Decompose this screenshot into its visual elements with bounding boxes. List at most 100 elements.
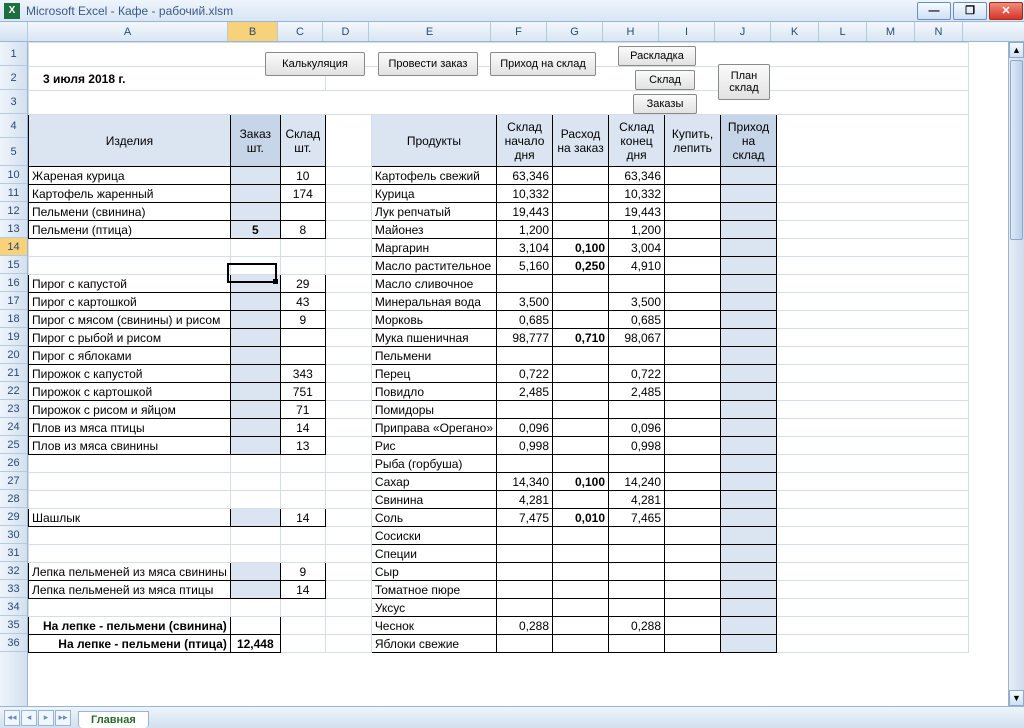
cell[interactable] [325, 401, 371, 419]
cell[interactable] [553, 203, 609, 221]
cell[interactable] [280, 347, 325, 365]
cell[interactable] [665, 473, 721, 491]
cell[interactable] [721, 581, 777, 599]
cell[interactable] [665, 581, 721, 599]
cell[interactable] [777, 257, 969, 275]
cell[interactable]: Заказ шт. [230, 115, 280, 167]
cell[interactable]: 63,346 [497, 167, 553, 185]
cell[interactable]: Минеральная вода [371, 293, 496, 311]
cell[interactable]: Пельмени (птица) [29, 221, 231, 239]
col-header[interactable]: G [547, 22, 603, 41]
cell[interactable]: Пирог с картошкой [29, 293, 231, 311]
cell[interactable]: Склад шт. [280, 115, 325, 167]
cell[interactable]: Приход на склад [721, 115, 777, 167]
cell[interactable]: Рис [371, 437, 496, 455]
cell[interactable] [325, 455, 371, 473]
cell[interactable] [497, 563, 553, 581]
cell[interactable] [721, 419, 777, 437]
cell[interactable] [665, 383, 721, 401]
cell[interactable]: 63,346 [609, 167, 665, 185]
cell[interactable] [721, 239, 777, 257]
cell[interactable] [325, 635, 371, 653]
cell[interactable] [777, 491, 969, 509]
cell[interactable] [553, 365, 609, 383]
cell[interactable] [280, 527, 325, 545]
cell[interactable]: 0,685 [609, 311, 665, 329]
row-header[interactable]: 33 [0, 580, 27, 598]
cell[interactable] [665, 293, 721, 311]
row-header[interactable]: 27 [0, 472, 27, 490]
cell[interactable] [325, 365, 371, 383]
maximize-button[interactable]: ❐ [953, 2, 987, 20]
cell[interactable] [721, 617, 777, 635]
cell[interactable] [777, 293, 969, 311]
cell[interactable] [280, 491, 325, 509]
cell[interactable] [497, 401, 553, 419]
cell[interactable] [325, 185, 371, 203]
cell[interactable] [665, 203, 721, 221]
cell[interactable] [609, 599, 665, 617]
cell[interactable]: 174 [280, 185, 325, 203]
cell[interactable]: 98,777 [497, 329, 553, 347]
col-header[interactable]: J [715, 22, 771, 41]
cell[interactable] [553, 563, 609, 581]
cell[interactable]: Картофель свежий [371, 167, 496, 185]
cell[interactable] [721, 257, 777, 275]
row-header[interactable]: 23 [0, 400, 27, 418]
cell[interactable]: 0,722 [609, 365, 665, 383]
cell[interactable] [777, 473, 969, 491]
cell[interactable]: Приправа «Орегано» [371, 419, 496, 437]
cell[interactable] [721, 437, 777, 455]
cell[interactable] [230, 347, 280, 365]
cell[interactable] [721, 329, 777, 347]
cell[interactable] [230, 491, 280, 509]
cell[interactable] [553, 293, 609, 311]
cell[interactable]: Склад конец дня [609, 115, 665, 167]
cell[interactable] [665, 527, 721, 545]
minimize-button[interactable]: — [917, 2, 951, 20]
cell[interactable]: Купить, лепить [665, 115, 721, 167]
cell[interactable] [721, 275, 777, 293]
cell[interactable] [553, 401, 609, 419]
cell[interactable] [325, 239, 371, 257]
cell[interactable] [325, 167, 371, 185]
cell[interactable]: Свинина [371, 491, 496, 509]
cell[interactable] [230, 293, 280, 311]
tab-last-icon[interactable]: ▸▸ [55, 710, 71, 726]
row-header[interactable]: 26 [0, 454, 27, 472]
cell[interactable]: На лепке - пельмени (птица) [29, 635, 231, 653]
row-header[interactable]: 28 [0, 490, 27, 508]
cell[interactable]: 0,100 [553, 239, 609, 257]
cell[interactable] [721, 599, 777, 617]
cell[interactable] [553, 581, 609, 599]
cell[interactable] [777, 545, 969, 563]
cell[interactable] [721, 455, 777, 473]
col-header[interactable]: F [491, 22, 547, 41]
col-header[interactable]: M [867, 22, 915, 41]
cell[interactable]: 14 [280, 419, 325, 437]
cell[interactable]: 0,250 [553, 257, 609, 275]
cell[interactable] [609, 275, 665, 293]
cell[interactable] [665, 185, 721, 203]
cell[interactable] [665, 509, 721, 527]
cell[interactable]: 0,710 [553, 329, 609, 347]
row-header[interactable]: 1 [0, 42, 27, 66]
cell[interactable] [553, 545, 609, 563]
cell[interactable] [777, 203, 969, 221]
cell[interactable] [325, 527, 371, 545]
cell[interactable]: 0,010 [553, 509, 609, 527]
select-all-corner[interactable] [0, 22, 28, 41]
cell[interactable] [553, 491, 609, 509]
cell[interactable] [553, 221, 609, 239]
cell[interactable] [230, 365, 280, 383]
cell[interactable]: Изделия [29, 115, 231, 167]
cell[interactable] [553, 347, 609, 365]
cell[interactable] [280, 455, 325, 473]
cell[interactable]: Томатное пюре [371, 581, 496, 599]
cell[interactable] [230, 311, 280, 329]
cell[interactable] [721, 563, 777, 581]
plan-button[interactable]: План склад [718, 64, 770, 100]
cell[interactable]: Лепка пельменей из мяса свинины [29, 563, 231, 581]
cell[interactable] [497, 455, 553, 473]
calc-button[interactable]: Калькуляция [265, 52, 365, 76]
